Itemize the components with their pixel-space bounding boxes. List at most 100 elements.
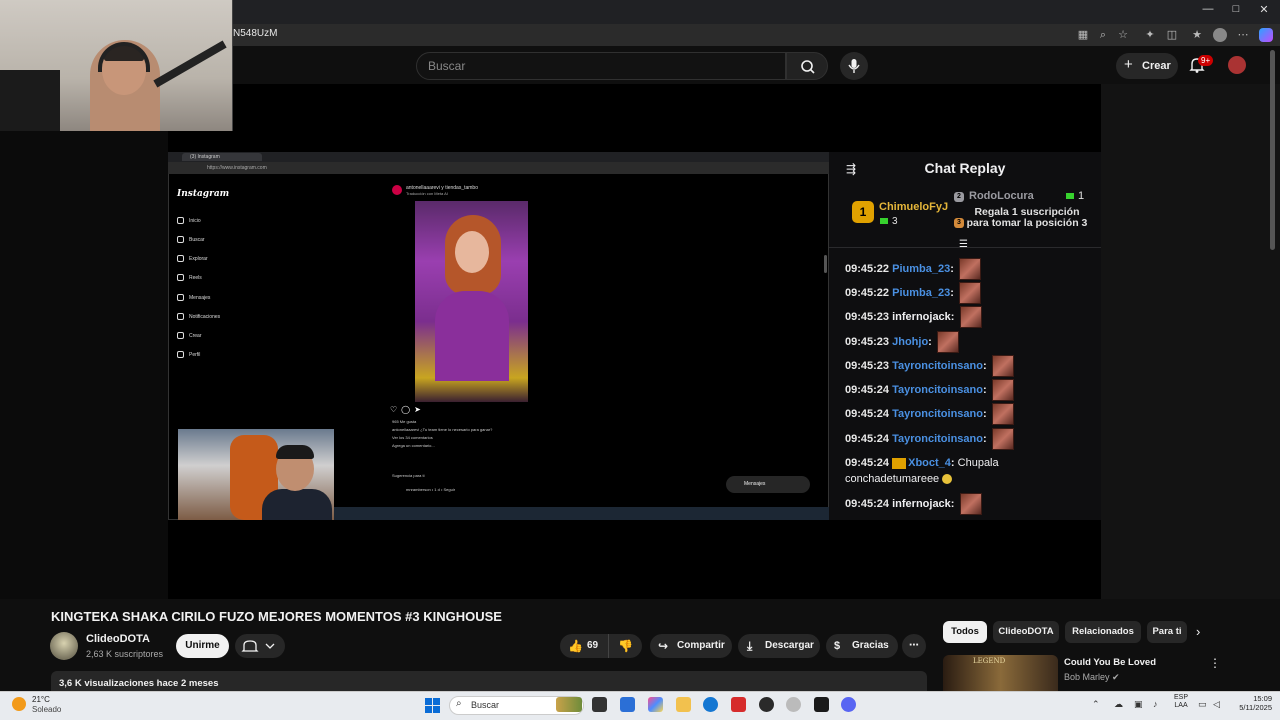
weather-temperature[interactable]: 21°C: [32, 695, 50, 704]
chip-all[interactable]: Todos: [943, 621, 987, 643]
chat-message: 09:45:23 Tayroncitoinsano:: [845, 355, 1014, 377]
ig-post-translation: Traducción con Meta AI: [406, 191, 448, 196]
stream-browser-urlbar: [168, 162, 829, 174]
copilot-app-icon[interactable]: [648, 697, 663, 712]
network-icon[interactable]: ▭: [1198, 699, 1207, 710]
weather-sun-icon[interactable]: [12, 697, 26, 711]
plus-icon: [177, 332, 184, 339]
download-icon: ⤓: [747, 639, 753, 653]
channel-name[interactable]: ClideoDOTA: [86, 633, 150, 645]
more-actions-button[interactable]: ⋯: [902, 634, 926, 658]
input-language[interactable]: ESP LAA: [1174, 694, 1188, 710]
user-avatar[interactable]: [1228, 56, 1246, 74]
chat-title: Chat Replay: [924, 160, 1006, 176]
favorites-bar-icon[interactable]: ★: [1190, 28, 1204, 42]
plus-icon: +: [1124, 56, 1133, 73]
leader-1-name: ChimueloFyJ: [879, 201, 949, 213]
view-stats: 3,6 K visualizaciones hace 2 meses: [59, 678, 219, 689]
gift-icon: [880, 218, 888, 225]
discord-icon[interactable]: [841, 697, 856, 712]
weather-description[interactable]: Soleado: [32, 705, 61, 714]
video-title: KINGTEKA SHAKA CIRILO FUZO MEJORES MOMEN…: [51, 609, 502, 624]
download-button[interactable]: ⤓ Descargar: [738, 634, 820, 658]
ig-post-photo: [415, 201, 528, 402]
microphone-icon: [848, 59, 860, 73]
browser-menu-icon[interactable]: ⋯: [1236, 28, 1250, 42]
profile-icon[interactable]: [1213, 28, 1227, 42]
stream-taskbar: [334, 507, 829, 520]
obs-icon[interactable]: [759, 697, 774, 712]
chevron-up-icon[interactable]: ⌃: [1092, 699, 1100, 710]
chevron-right-icon[interactable]: ›: [1196, 624, 1200, 639]
app-icon[interactable]: [786, 697, 801, 712]
maximize-icon[interactable]: □: [1226, 3, 1246, 15]
filter-icon: ☰: [959, 239, 968, 250]
gift-icon: [1066, 193, 1074, 200]
related-video-thumbnail[interactable]: LEGEND: [943, 655, 1058, 691]
wondershare-icon[interactable]: [814, 697, 829, 712]
join-button[interactable]: Unirme: [176, 634, 229, 658]
close-icon[interactable]: ✕: [1254, 3, 1274, 16]
mic-tray-icon[interactable]: ♪: [1153, 699, 1158, 709]
super-thanks-icon: $: [834, 640, 841, 652]
chat-message: 09:45:24 Tayroncitoinsano:: [845, 428, 1014, 450]
search-button[interactable]: [786, 52, 828, 80]
related-video-title[interactable]: Could You Be Loved: [1064, 657, 1156, 668]
ig-post-meta: 965 Me gusta antonellaaarevi ¿Tu team ti…: [392, 418, 492, 450]
cloud-icon[interactable]: ☁: [1114, 699, 1123, 710]
chip-channel[interactable]: ClideoDOTA: [993, 621, 1059, 643]
favorite-icon[interactable]: ☆: [1116, 28, 1130, 42]
minimize-icon[interactable]: —: [1198, 3, 1218, 15]
channel-avatar[interactable]: [50, 632, 78, 660]
crown-icon: [892, 457, 907, 469]
more-vertical-icon[interactable]: ⋮: [1209, 656, 1221, 670]
page-scrollbar[interactable]: [1270, 50, 1275, 250]
clock[interactable]: 15:09 5/11/2025: [1228, 694, 1272, 712]
url-text[interactable]: N548UzM: [233, 28, 277, 39]
windows-start-icon[interactable]: [425, 698, 440, 713]
emote-icon: [991, 428, 1014, 450]
like-button[interactable]: 👍 69: [560, 634, 608, 658]
ig-nav-item: Inicio: [177, 217, 201, 224]
zoom-icon[interactable]: ⌕: [1096, 28, 1110, 42]
subscriber-count: 2,63 K suscriptores: [86, 649, 164, 659]
thumbs-up-icon: 👍: [568, 639, 583, 653]
app-icon[interactable]: ▦: [1076, 28, 1090, 42]
taskbar-search-text: Buscar: [471, 700, 500, 710]
wps-icon[interactable]: [731, 697, 746, 712]
task-view-icon[interactable]: [592, 697, 607, 712]
split-screen-icon[interactable]: ◫: [1165, 28, 1179, 42]
ig-post-actions: ♡◯➤: [390, 405, 425, 414]
dislike-button[interactable]: 👎: [608, 634, 642, 658]
notification-settings-button[interactable]: [235, 634, 285, 658]
share-button[interactable]: ↪ Compartir: [650, 634, 732, 658]
bell-icon: [241, 640, 275, 652]
ig-suggested-user: mnramberson • 1 d • Seguir: [406, 487, 456, 492]
related-video-channel[interactable]: Bob Marley ✔: [1064, 672, 1120, 683]
tray-app-icon[interactable]: ▣: [1134, 699, 1143, 710]
leader-1-score: 3: [880, 216, 898, 227]
notepad-icon[interactable]: [620, 697, 635, 712]
ig-caption: antonellaaarevi ¿Tu team tiene lo necesa…: [392, 427, 493, 432]
extensions-icon[interactable]: ✦: [1143, 28, 1157, 42]
create-button[interactable]: + Crear: [1116, 53, 1178, 79]
emote-icon: [959, 493, 982, 515]
chip-for-you[interactable]: Para ti: [1147, 621, 1187, 643]
copilot-icon[interactable]: [1259, 28, 1273, 42]
edge-icon[interactable]: [703, 697, 718, 712]
ig-messages-button: Mensajes: [726, 476, 810, 493]
ig-likes: 965 Me gusta: [392, 419, 417, 424]
voice-search-button[interactable]: [840, 52, 868, 80]
chat-message: 09:45:22 Piumba_23:: [845, 282, 981, 304]
leader-2-score: 1: [1066, 190, 1084, 202]
leader-3-prompt: Regala 1 suscripción para tomar la posic…: [966, 206, 1088, 229]
instagram-logo: Instagram: [177, 189, 230, 199]
file-explorer-icon[interactable]: [676, 697, 691, 712]
search-input[interactable]: [416, 52, 786, 80]
chip-related[interactable]: Relacionados: [1065, 621, 1141, 643]
emote-icon: [991, 403, 1014, 425]
stream-browser-url: https://www.instagram.com: [207, 165, 267, 171]
volume-icon[interactable]: ◁: [1213, 699, 1220, 710]
thanks-button[interactable]: $ Gracias: [826, 634, 898, 658]
emote-icon: [958, 258, 981, 280]
